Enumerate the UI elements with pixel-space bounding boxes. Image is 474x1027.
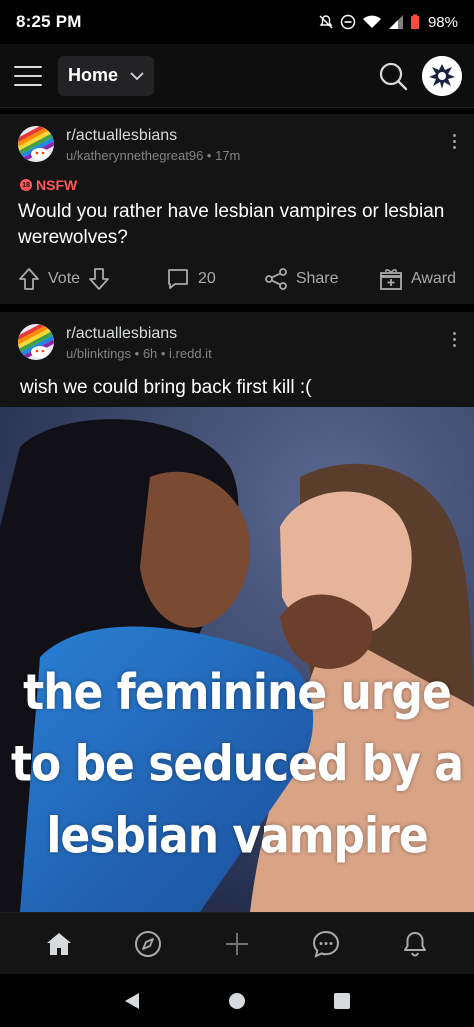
top-right-actions — [378, 55, 462, 96]
nav-inbox[interactable] — [393, 922, 437, 966]
kebab-dot — [452, 338, 456, 341]
menu-button[interactable] — [12, 60, 44, 92]
feed-label: Home — [68, 65, 119, 85]
dnd-icon — [340, 14, 356, 30]
compass-icon — [134, 930, 161, 957]
share-icon — [264, 268, 287, 290]
meme-caption-line: lesbian vampire — [46, 807, 428, 865]
nsfw-badge: 18 NSFW — [20, 177, 474, 193]
system-navigation-bar — [0, 974, 474, 1027]
post-meta: r/actuallesbians u/katherynnethegreat96 … — [66, 126, 240, 165]
meme-caption-line: the feminine urge — [23, 664, 452, 722]
chat-icon — [313, 930, 340, 958]
post-image[interactable]: the feminine urge to be seduced by a les… — [0, 407, 474, 912]
post-card[interactable]: r/actuallesbians u/katherynnethegreat96 … — [0, 114, 474, 304]
post-card[interactable]: r/actuallesbians u/blinktings • 6h • i.r… — [0, 312, 474, 912]
share-button[interactable]: Share — [264, 267, 339, 291]
chevron-down-icon — [130, 71, 144, 80]
menu-icon — [14, 65, 42, 86]
home-circle-icon[interactable] — [228, 992, 246, 1010]
top-app-bar: Home — [0, 44, 474, 108]
nav-discover[interactable] — [126, 922, 170, 966]
rainbow-snoo-icon — [18, 324, 54, 360]
nsfw-icon: 18 — [20, 179, 32, 191]
downvote-icon[interactable] — [88, 267, 110, 291]
subreddit-name[interactable]: r/actuallesbians — [66, 126, 240, 146]
nav-create[interactable] — [215, 922, 259, 966]
recents-icon[interactable] — [333, 992, 351, 1010]
kebab-dot — [452, 146, 456, 149]
post-actions: Vote 20 Share Award — [0, 262, 474, 296]
status-icons — [318, 14, 420, 30]
subreddit-icon[interactable] — [18, 126, 54, 162]
share-label: Share — [295, 270, 339, 287]
plus-icon — [225, 932, 248, 955]
nsfw-label: NSFW — [36, 177, 78, 193]
wifi-icon — [362, 15, 381, 28]
comments-button[interactable]: 20 — [166, 267, 216, 291]
nav-chat[interactable] — [304, 922, 348, 966]
comment-count: 20 — [198, 270, 216, 287]
vote-controls: Vote — [18, 267, 110, 291]
mute-icon — [319, 15, 333, 29]
kebab-dot — [452, 344, 456, 347]
bottom-navigation — [0, 912, 474, 974]
post-title[interactable]: Would you rather have lesbian vampires o… — [18, 199, 456, 251]
user-avatar[interactable] — [422, 55, 462, 96]
kebab-dot — [452, 332, 456, 335]
subreddit-name[interactable]: r/actuallesbians — [66, 324, 212, 344]
feed-selector[interactable]: Home — [58, 55, 155, 96]
battery-icon — [410, 14, 419, 29]
meme-caption-line: to be seduced by a — [10, 735, 464, 793]
comment-icon — [168, 269, 188, 289]
post-header: r/actuallesbians u/katherynnethegreat96 … — [0, 114, 474, 165]
post-meta: r/actuallesbians u/blinktings • 6h • i.r… — [66, 324, 212, 363]
post-header: r/actuallesbians u/blinktings • 6h • i.r… — [0, 312, 474, 363]
award-button[interactable]: Award — [379, 267, 456, 291]
kebab-dot — [452, 134, 456, 137]
award-icon — [380, 269, 402, 290]
post-byline: u/blinktings • 6h • i.redd.it — [66, 346, 212, 361]
post-options-button[interactable] — [448, 132, 460, 156]
post-byline: u/katherynnethegreat96 • 17m — [66, 148, 241, 163]
vote-label: Vote — [48, 270, 81, 287]
status-time: 8:25 PM — [16, 12, 82, 31]
status-bar: 8:25 PM 98% — [0, 0, 474, 44]
avatar-image — [422, 55, 462, 96]
signal-icon — [388, 15, 403, 29]
upvote-icon[interactable] — [18, 267, 40, 291]
home-icon — [46, 932, 71, 955]
subreddit-icon[interactable] — [18, 324, 54, 360]
nav-home[interactable] — [37, 922, 81, 966]
post-options-button[interactable] — [448, 330, 460, 354]
bell-icon — [404, 931, 427, 957]
meme-caption: the feminine urge to be seduced by a les… — [0, 657, 474, 872]
status-right: 98% — [318, 14, 458, 31]
back-icon[interactable] — [123, 991, 141, 1011]
rainbow-snoo-icon — [18, 126, 54, 162]
post-title[interactable]: wish we could bring back first kill :( — [20, 377, 456, 399]
search-icon[interactable] — [378, 61, 408, 91]
battery-percent: 98% — [427, 13, 458, 31]
kebab-dot — [452, 140, 456, 143]
feed-separator — [0, 304, 474, 312]
award-label: Award — [410, 270, 456, 287]
